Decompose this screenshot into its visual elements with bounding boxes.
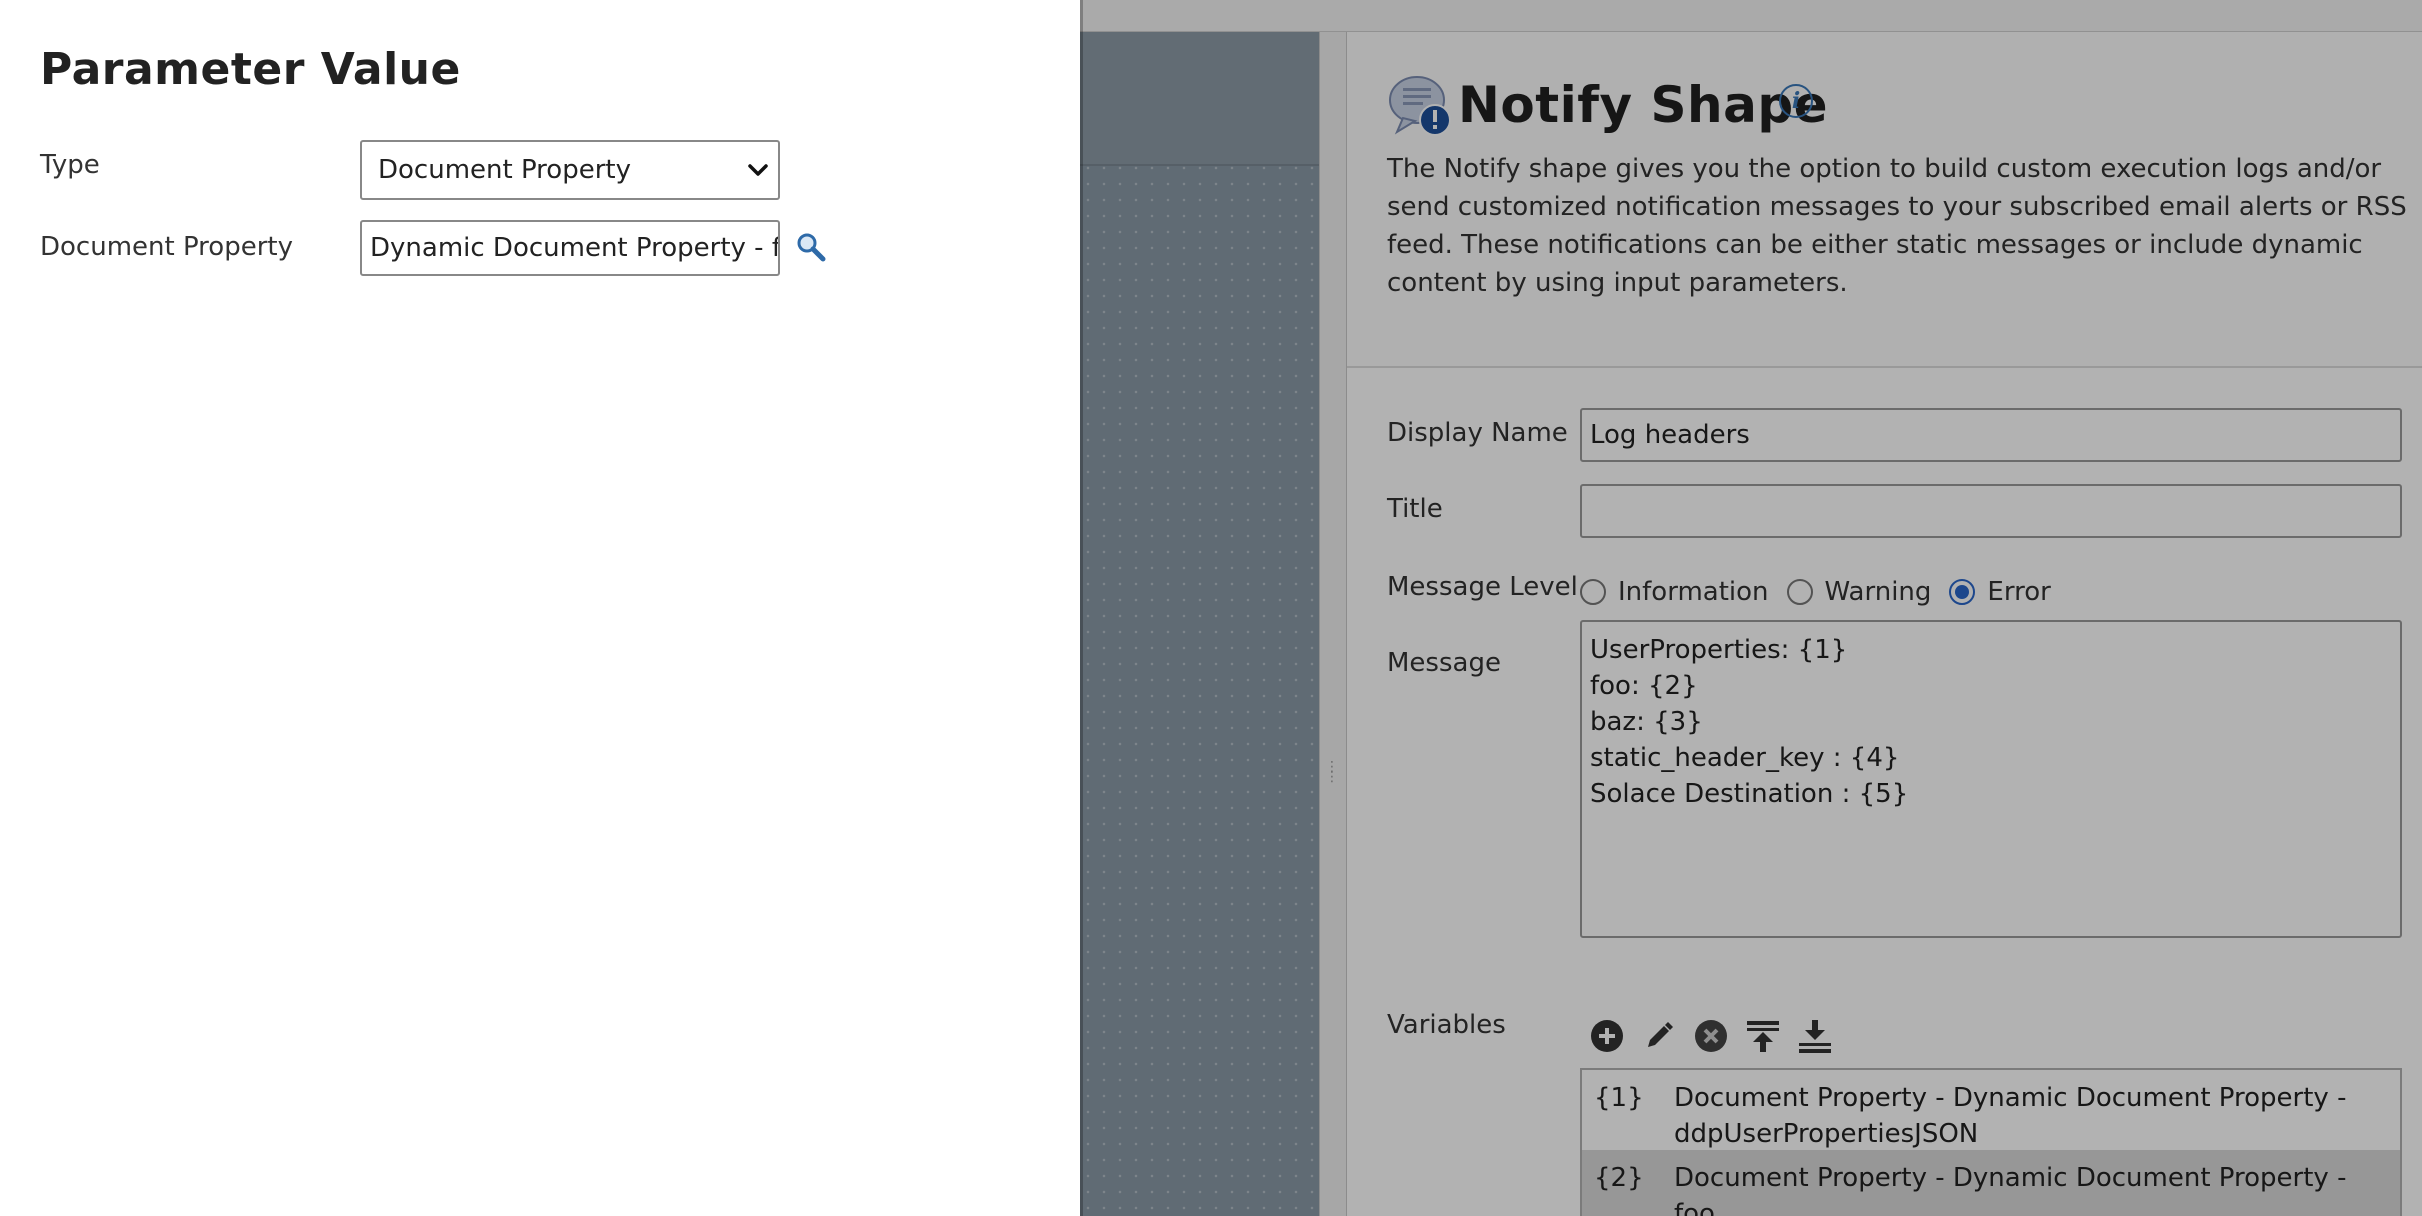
document-property-input[interactable]: Dynamic Document Property - foo <box>360 220 780 276</box>
modal-edge-shadow <box>1080 0 1083 1216</box>
parameter-value-dialog: Parameter Value Type Document Property D… <box>0 0 1080 1216</box>
type-label: Type <box>40 150 100 180</box>
search-icon[interactable] <box>796 232 826 262</box>
type-select-value: Document Property <box>378 155 631 185</box>
modal-backdrop[interactable] <box>1080 0 2422 1216</box>
document-property-label: Document Property <box>40 232 293 262</box>
dialog-title: Parameter Value <box>40 44 461 95</box>
type-select[interactable]: Document Property <box>360 140 780 200</box>
chevron-down-icon <box>748 164 768 176</box>
